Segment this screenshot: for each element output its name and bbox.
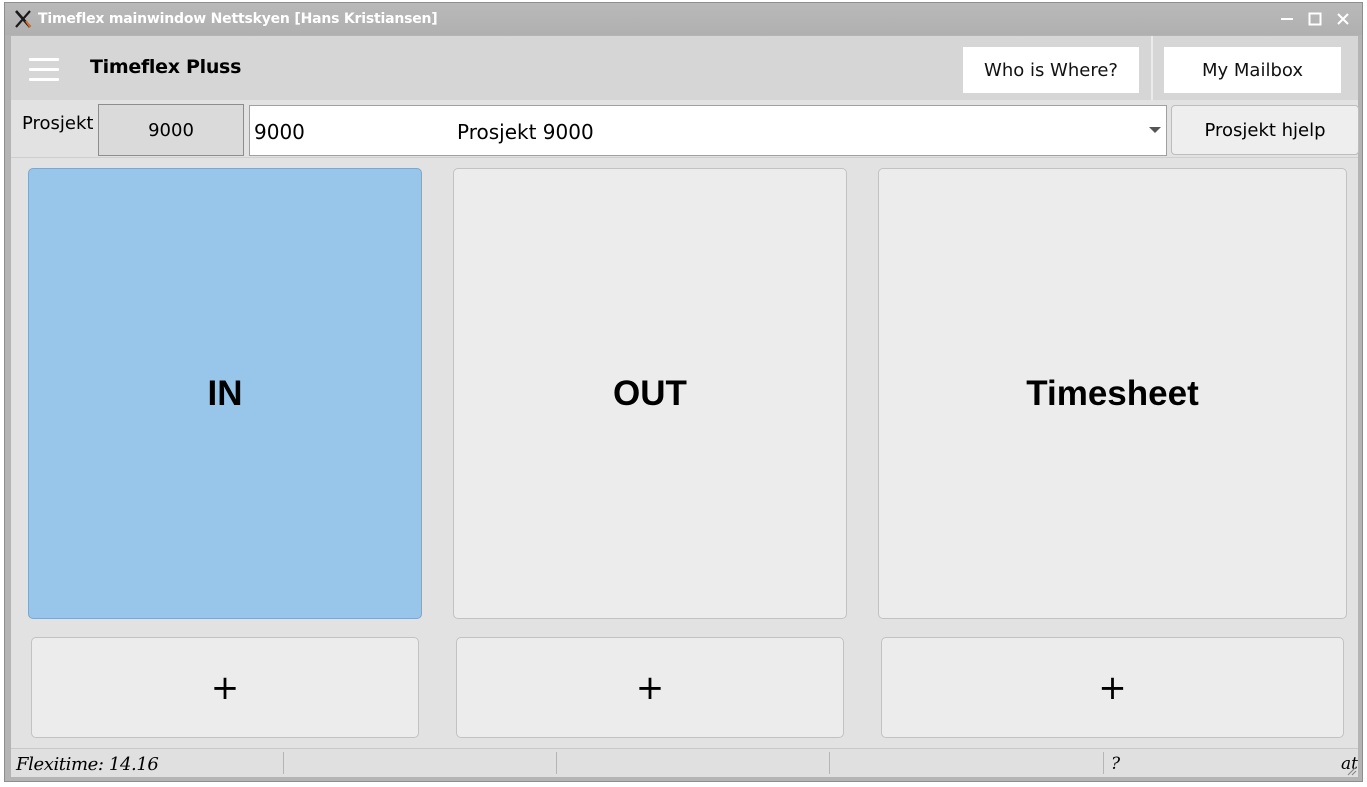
project-select-name: Prosjekt 9000 [457,120,594,144]
status-bar: Flexitime: 14.16 ? at [11,748,1358,777]
my-mailbox-button[interactable]: My Mailbox [1164,47,1341,93]
project-help-button[interactable]: Prosjekt hjelp [1171,105,1359,155]
out-extra-button[interactable]: + [456,637,844,738]
client-area: Timeflex Pluss Who is Where? My Mailbox … [11,36,1359,777]
app-header: Timeflex Pluss Who is Where? My Mailbox [11,36,1358,100]
timesheet-button[interactable]: Timesheet [878,168,1347,619]
close-icon[interactable] [1334,9,1352,29]
app-name: Timeflex Pluss [90,56,242,78]
hamburger-menu-icon[interactable] [29,58,59,84]
window-title: Timeflex mainwindow Nettskyen [Hans Kris… [38,11,438,27]
header-divider [1151,36,1153,100]
timeflex-x-logo-icon [15,10,31,28]
clock-in-button[interactable]: IN [28,168,422,619]
chevron-down-icon[interactable] [1148,126,1162,134]
project-select[interactable]: 9000 Prosjekt 9000 [249,105,1167,156]
status-divider [1103,752,1104,774]
status-divider [829,752,830,774]
in-extra-button[interactable]: + [31,637,419,738]
minimize-icon[interactable] [1278,9,1296,29]
window-controls [1278,9,1352,29]
clock-out-button[interactable]: OUT [453,168,847,619]
project-label: Prosjekt [22,113,94,134]
project-row: Prosjekt 9000 9000 Prosjekt 9000 Prosjek… [11,100,1359,158]
main-window: Timeflex mainwindow Nettskyen [Hans Kris… [4,2,1363,782]
timesheet-extra-button[interactable]: + [881,637,1344,738]
divider [11,157,1358,158]
maximize-icon[interactable] [1306,9,1324,29]
status-divider [283,752,284,774]
status-divider [556,752,557,774]
flexitime-status: Flexitime: 14.16 [16,754,159,775]
project-code-field[interactable]: 9000 [98,104,244,156]
resize-grip-icon[interactable] [1345,764,1357,776]
status-help-marker: ? [1111,754,1121,774]
who-is-where-button[interactable]: Who is Where? [963,47,1139,93]
title-bar[interactable]: Timeflex mainwindow Nettskyen [Hans Kris… [5,3,1362,35]
project-select-number: 9000 [254,120,305,144]
